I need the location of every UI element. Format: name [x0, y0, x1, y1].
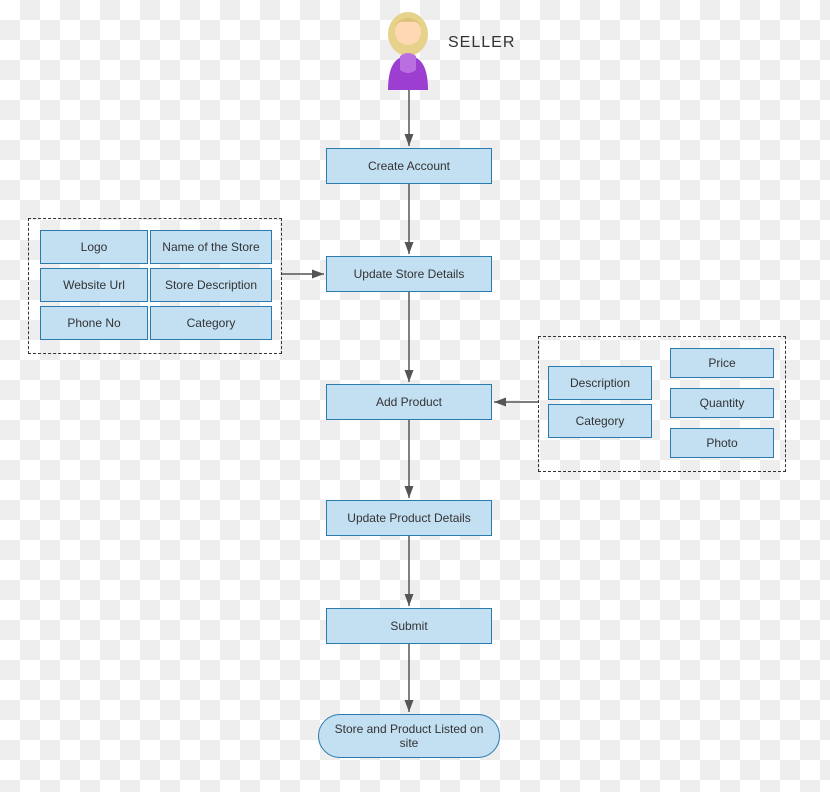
step-label: Update Product Details — [347, 511, 470, 525]
cell-label: Category — [576, 414, 625, 428]
step-label: Add Product — [376, 395, 442, 409]
seller-actor-icon — [378, 10, 438, 90]
store-detail-phone: Phone No — [40, 306, 148, 340]
store-detail-name: Name of the Store — [150, 230, 272, 264]
store-detail-website: Website Url — [40, 268, 148, 302]
product-detail-description: Description — [548, 366, 652, 400]
cell-label: Phone No — [67, 316, 120, 330]
store-detail-category: Category — [150, 306, 272, 340]
cell-label: Price — [708, 356, 735, 370]
step-submit: Submit — [326, 608, 492, 644]
product-detail-quantity: Quantity — [670, 388, 774, 418]
step-update-store-details: Update Store Details — [326, 256, 492, 292]
cell-label: Category — [187, 316, 236, 330]
product-detail-photo: Photo — [670, 428, 774, 458]
step-update-product-details: Update Product Details — [326, 500, 492, 536]
product-detail-price: Price — [670, 348, 774, 378]
step-terminator: Store and Product Listed on site — [318, 714, 500, 758]
step-add-product: Add Product — [326, 384, 492, 420]
cell-label: Logo — [81, 240, 108, 254]
product-detail-category: Category — [548, 404, 652, 438]
store-detail-logo: Logo — [40, 230, 148, 264]
seller-label: SELLER — [448, 34, 515, 52]
step-label: Update Store Details — [354, 267, 465, 281]
cell-label: Name of the Store — [162, 240, 259, 254]
cell-label: Photo — [706, 436, 737, 450]
step-label: Submit — [390, 619, 427, 633]
flowchart-canvas: SELLER Create Account Update Store Detai… — [0, 0, 830, 792]
step-create-account: Create Account — [326, 148, 492, 184]
cell-label: Store Description — [165, 278, 257, 292]
cell-label: Description — [570, 376, 630, 390]
cell-label: Website Url — [63, 278, 125, 292]
step-label: Store and Product Listed on site — [325, 722, 493, 750]
step-label: Create Account — [368, 159, 450, 173]
store-detail-description: Store Description — [150, 268, 272, 302]
cell-label: Quantity — [700, 396, 745, 410]
